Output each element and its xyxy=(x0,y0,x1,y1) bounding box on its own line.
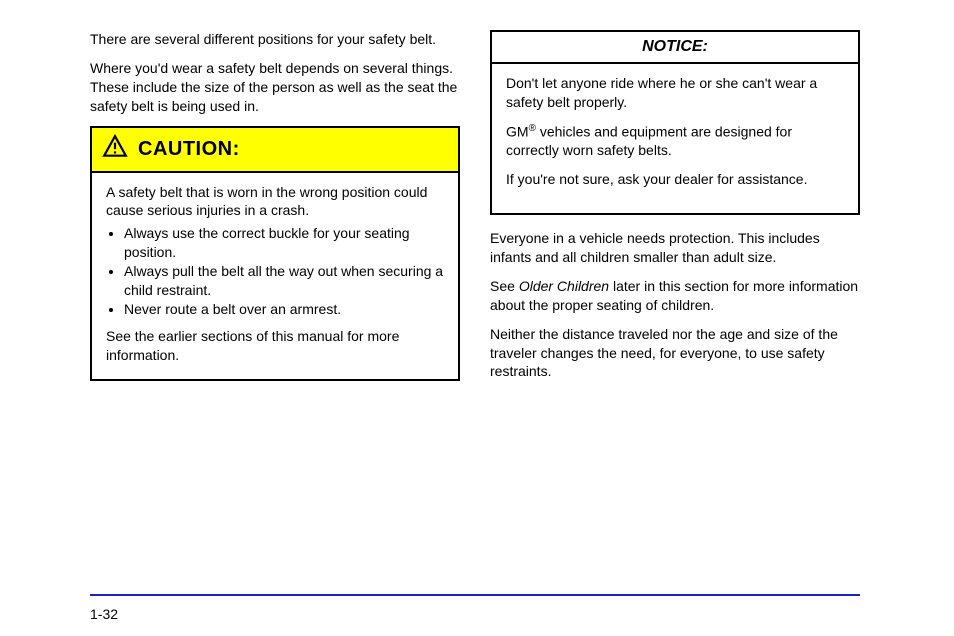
right-para-1: Everyone in a vehicle needs protection. … xyxy=(490,229,860,267)
caution-bullet: Always pull the belt all the way out whe… xyxy=(124,262,444,300)
caution-bullets: Always use the correct buckle for your s… xyxy=(124,224,444,318)
right-column: NOTICE: Don't let anyone ride where he o… xyxy=(490,30,860,391)
right-para-3: Neither the distance traveled nor the ag… xyxy=(490,325,860,382)
warning-triangle-icon xyxy=(102,134,138,165)
caution-title: CAUTION: xyxy=(138,138,240,161)
caution-header: CAUTION: xyxy=(92,128,458,173)
right-para-2-italic: Older Children xyxy=(519,278,609,294)
footer-rule xyxy=(90,594,860,596)
left-para-2: Where you'd wear a safety belt depends o… xyxy=(90,59,460,116)
notice-para-2: GM® vehicles and equipment are designed … xyxy=(506,122,844,160)
caution-body: A safety belt that is worn in the wrong … xyxy=(92,173,458,379)
caution-bullet: Never route a belt over an armrest. xyxy=(124,300,444,319)
right-para-2-pre: See xyxy=(490,278,519,294)
notice-para-2-tail: vehicles and equipment are designed for … xyxy=(506,123,792,158)
caution-bullet: Always use the correct buckle for your s… xyxy=(124,224,444,262)
left-column: There are several different positions fo… xyxy=(90,30,460,381)
registered-icon: ® xyxy=(529,123,536,134)
notice-title: NOTICE: xyxy=(492,32,858,64)
notice-para-1: Don't let anyone ride where he or she ca… xyxy=(506,74,844,112)
caution-tail: See the earlier sections of this manual … xyxy=(106,327,444,365)
notice-body: Don't let anyone ride where he or she ca… xyxy=(492,64,858,213)
left-para-1: There are several different positions fo… xyxy=(90,30,460,49)
caution-lead: A safety belt that is worn in the wrong … xyxy=(106,183,444,221)
notice-box: NOTICE: Don't let anyone ride where he o… xyxy=(490,30,860,215)
right-para-2: See Older Children later in this section… xyxy=(490,277,860,315)
notice-brand: GM xyxy=(506,123,529,139)
page-number: 1-32 xyxy=(90,606,118,622)
right-lower-block: Everyone in a vehicle needs protection. … xyxy=(490,229,860,381)
caution-box: CAUTION: A safety belt that is worn in t… xyxy=(90,126,460,381)
notice-para-3: If you're not sure, ask your dealer for … xyxy=(506,170,844,189)
page: There are several different positions fo… xyxy=(0,0,954,636)
